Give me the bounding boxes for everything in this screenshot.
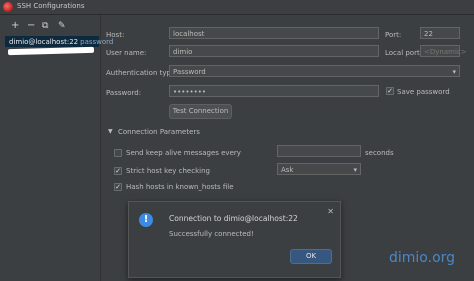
watermark: dimio.org	[389, 250, 456, 266]
window-title: SSH Configurations	[17, 2, 85, 10]
strict-host-select[interactable]: Ask ▾	[277, 163, 361, 175]
close-icon[interactable]: ✕	[327, 207, 334, 216]
local-port-input[interactable]: <Dynamic>	[420, 45, 467, 57]
test-connection-button[interactable]: Test Connection	[169, 104, 232, 119]
port-label: Port:	[385, 31, 402, 39]
connection-auth: password	[80, 38, 114, 46]
password-label: Password:	[106, 89, 142, 97]
app-icon	[3, 2, 13, 12]
collapse-triangle-icon[interactable]: ▼	[108, 128, 113, 135]
connection-dialog: ! ✕ Connection to dimio@localhost:22 Suc…	[128, 201, 341, 278]
add-icon[interactable]: +	[11, 21, 19, 31]
password-input[interactable]: ••••••••	[169, 85, 379, 97]
strict-host-label: Strict host key checking	[126, 167, 210, 175]
ok-button[interactable]: OK	[290, 249, 332, 264]
host-label: Host:	[106, 31, 125, 39]
dialog-title: Connection to dimio@localhost:22	[169, 214, 298, 223]
save-password-checkbox[interactable]: ✓	[386, 87, 394, 95]
chevron-down-icon: ▾	[353, 166, 357, 174]
local-port-label: Local port:	[385, 49, 423, 57]
hash-hosts-label: Hash hosts in known_hosts file	[126, 183, 234, 191]
copy-icon[interactable]: ⧉	[42, 21, 48, 31]
connection-name: dimio@localhost:22	[9, 38, 79, 46]
info-icon: !	[139, 213, 153, 227]
auth-type-label: Authentication type:	[106, 69, 178, 77]
port-input[interactable]: 22	[420, 27, 460, 39]
sidebar-item-label: dimio@localhost:22 password	[9, 38, 113, 46]
section-title: Connection Parameters	[118, 128, 200, 136]
remove-icon[interactable]: −	[27, 21, 35, 31]
dialog-message: Successfully connected!	[169, 230, 254, 238]
seconds-label: seconds	[365, 149, 394, 157]
save-password-label: Save password	[397, 88, 450, 96]
strict-host-value: Ask	[281, 166, 294, 174]
keep-alive-input[interactable]	[277, 145, 361, 157]
auth-type-value: Password	[173, 68, 206, 76]
edit-icon[interactable]: ✎	[58, 21, 66, 31]
auth-type-select[interactable]: Password ▾	[169, 65, 460, 77]
username-label: User name:	[106, 49, 147, 57]
chevron-down-icon: ▾	[452, 68, 456, 76]
hash-hosts-checkbox[interactable]: ✓	[114, 183, 122, 191]
keep-alive-checkbox[interactable]	[114, 149, 122, 157]
host-input[interactable]: localhost	[169, 27, 379, 39]
strict-host-checkbox[interactable]: ✓	[114, 167, 122, 175]
keep-alive-label: Send keep alive messages every	[126, 149, 241, 157]
username-input[interactable]: dimio	[169, 45, 379, 57]
